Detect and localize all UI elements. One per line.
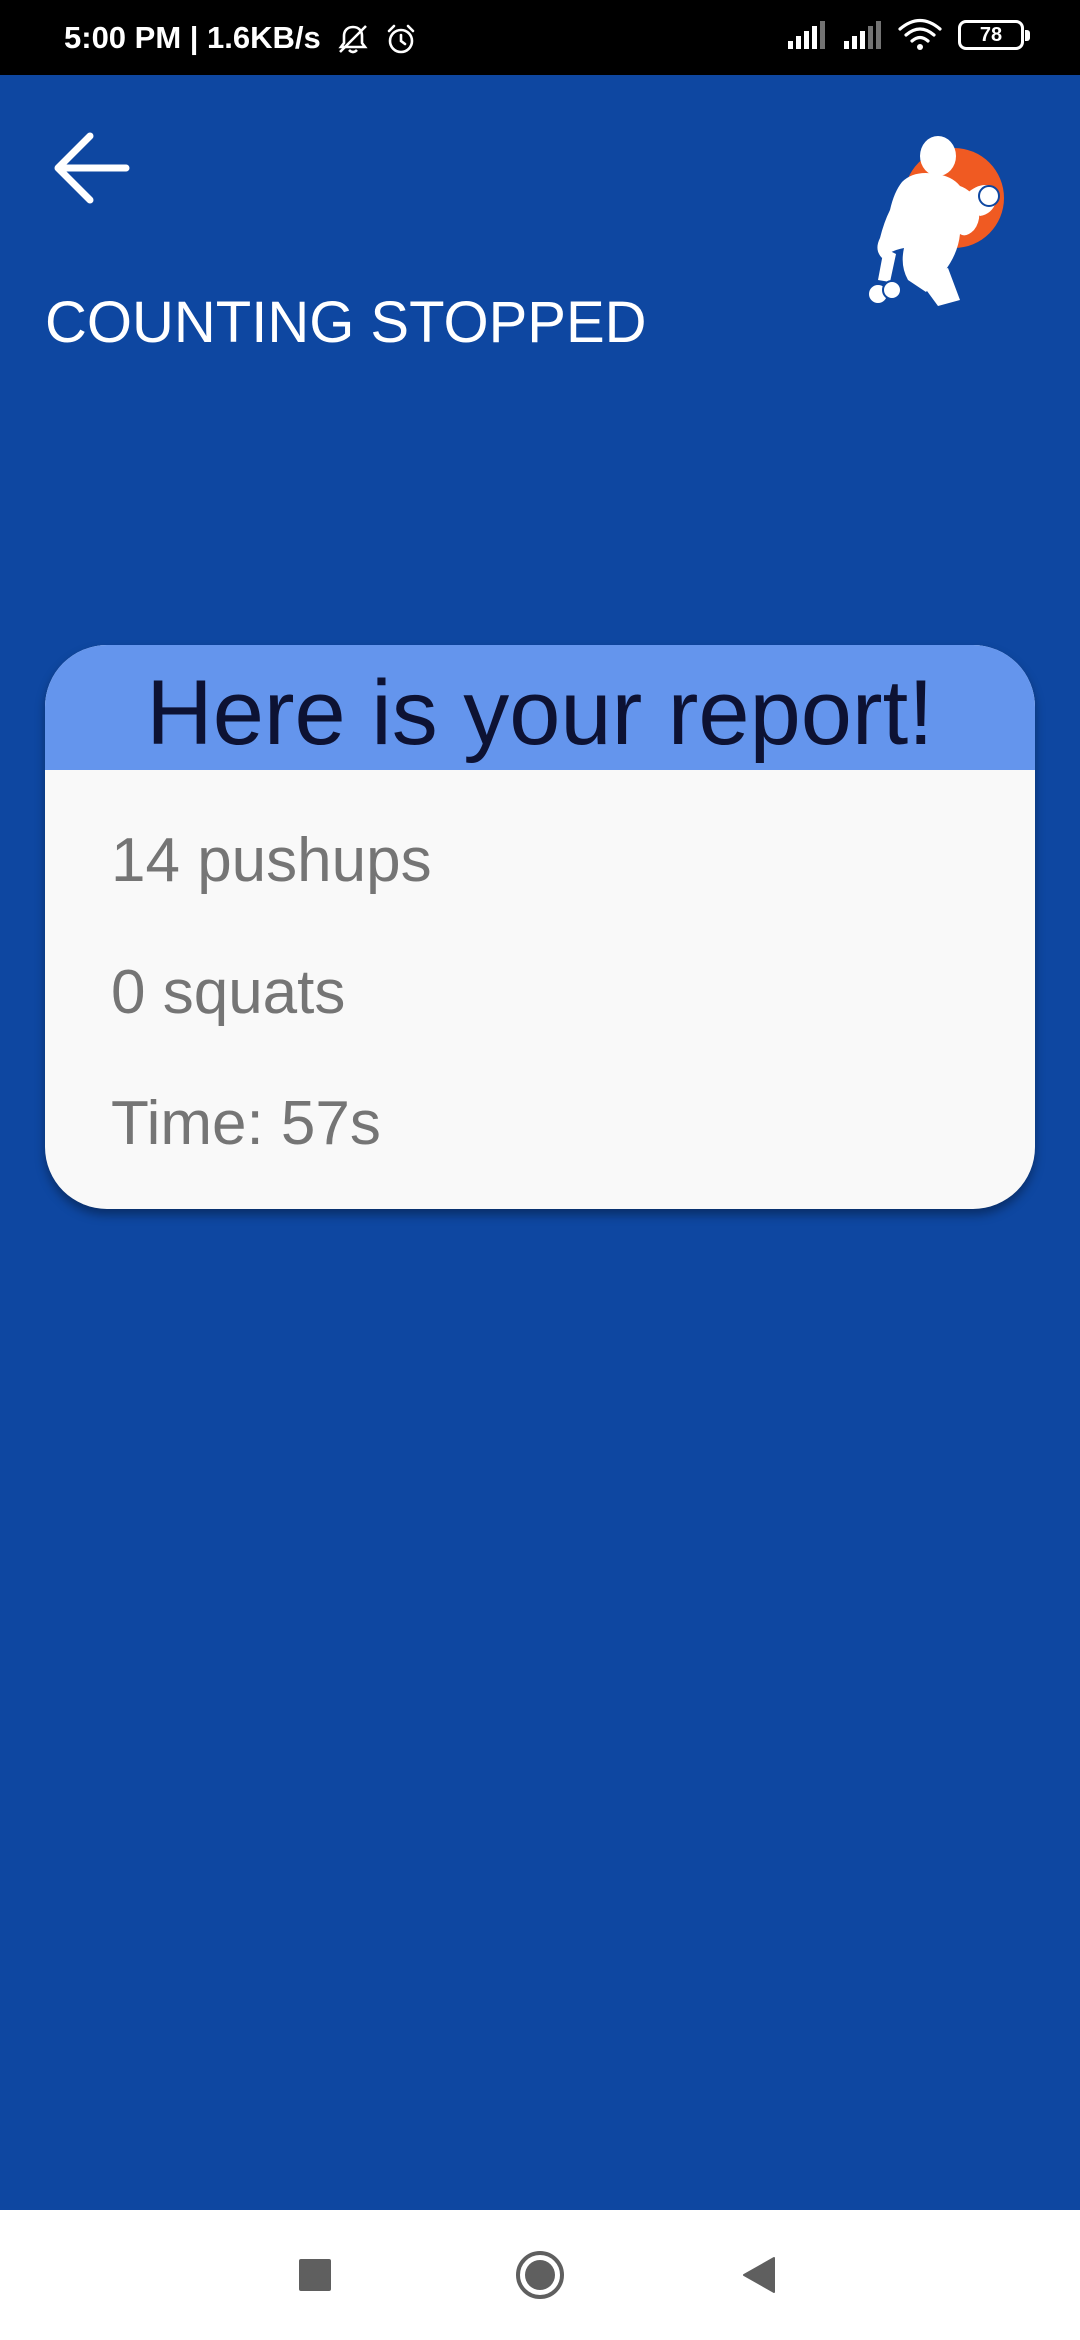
battery-icon: 78 bbox=[958, 20, 1030, 50]
status-time: 5:00 PM | 1.6KB/s bbox=[64, 20, 321, 55]
cell-signal-icon bbox=[844, 21, 881, 49]
wifi-icon bbox=[898, 18, 942, 50]
home-circle-icon bbox=[516, 2251, 564, 2299]
arrow-left-icon bbox=[54, 132, 130, 204]
squats-count: 0 squats bbox=[111, 958, 346, 1027]
recents-button[interactable] bbox=[255, 2210, 375, 2340]
app-logo bbox=[856, 130, 1016, 320]
report-card: Here is your report! 14 pushups 0 squats… bbox=[45, 645, 1035, 1209]
nav-back-button[interactable] bbox=[700, 2210, 820, 2340]
alarm-icon bbox=[387, 24, 415, 54]
system-nav-bar bbox=[0, 2210, 1080, 2340]
status-right-icons: 78 bbox=[786, 18, 1030, 52]
page-title: COUNTING STOPPED bbox=[45, 290, 647, 355]
recents-square-icon bbox=[299, 2259, 331, 2291]
back-triangle-icon bbox=[743, 2257, 775, 2293]
back-button[interactable] bbox=[50, 128, 136, 208]
status-bar: 5:00 PM | 1.6KB/s 78 bbox=[0, 0, 1080, 75]
report-header: Here is your report! bbox=[45, 645, 1035, 770]
bodybuilder-logo-icon bbox=[867, 136, 1004, 306]
report-title: Here is your report! bbox=[146, 662, 934, 764]
battery-level: 78 bbox=[979, 23, 1003, 46]
status-left-icons bbox=[336, 22, 418, 56]
pushups-count: 14 pushups bbox=[111, 826, 432, 895]
cell-signal-icon bbox=[788, 21, 825, 49]
home-button[interactable] bbox=[480, 2210, 600, 2340]
notifications-muted-icon bbox=[338, 25, 368, 54]
elapsed-time: Time: 57s bbox=[111, 1089, 381, 1158]
